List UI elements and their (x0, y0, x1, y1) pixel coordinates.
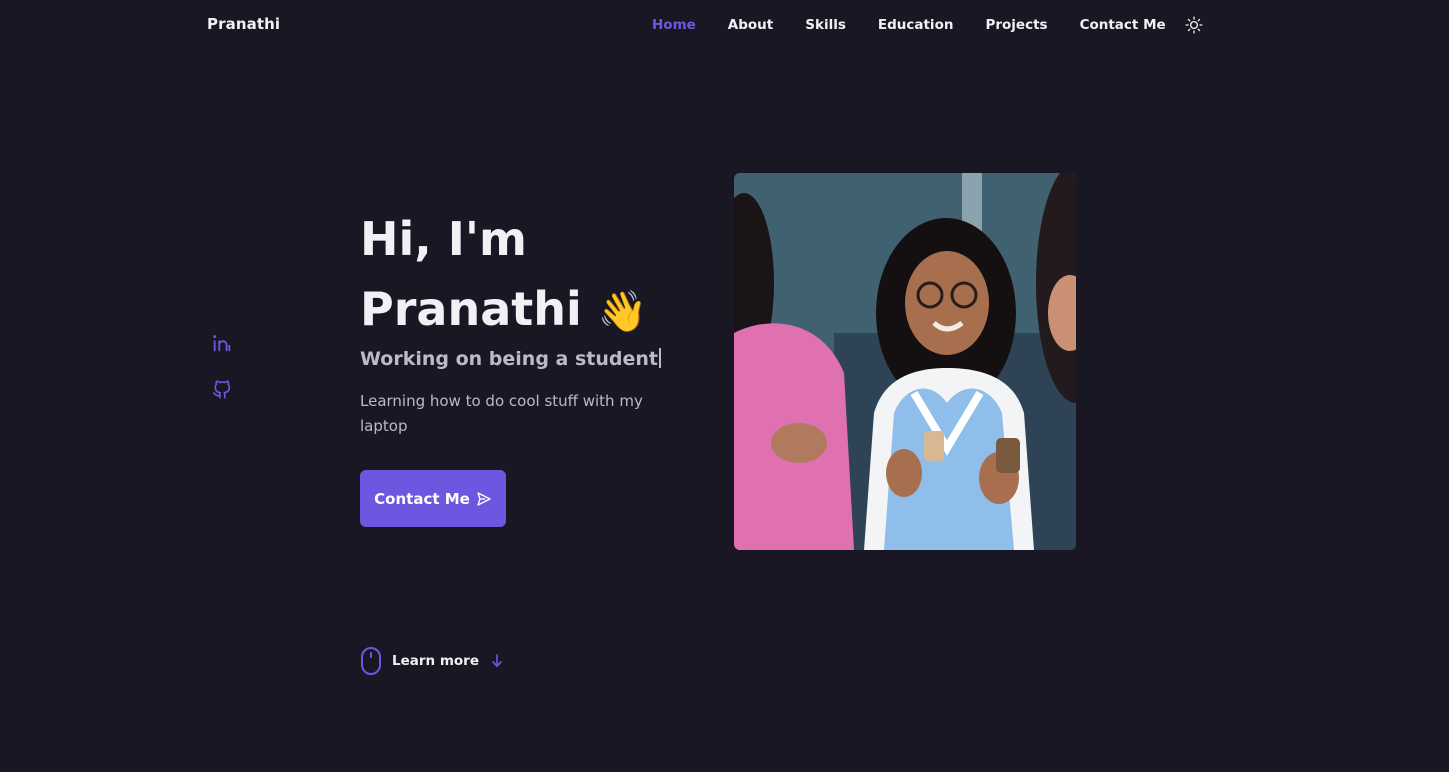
arrow-down-icon (492, 654, 502, 667)
profile-photo (734, 173, 1076, 550)
social-links (211, 332, 233, 400)
hero-subtitle: Working on being a student (360, 348, 661, 370)
mouse-icon (361, 647, 381, 675)
learn-more-label: Learn more (392, 653, 479, 669)
sun-icon (1185, 16, 1203, 34)
theme-toggle-button[interactable] (1184, 15, 1204, 35)
linkedin-link[interactable] (211, 332, 233, 354)
nav-contact[interactable]: Contact Me (1080, 17, 1166, 33)
github-link[interactable] (211, 378, 233, 400)
nav-education[interactable]: Education (878, 17, 954, 33)
page: Pranathi Home About Skills Education Pro… (0, 0, 1449, 772)
contact-me-label: Contact Me (374, 489, 470, 508)
hero-title: Hi, I'm Pranathi 👋 (360, 204, 648, 347)
hero-description: Learning how to do cool stuff with my la… (360, 392, 643, 435)
nav-skills[interactable]: Skills (805, 17, 846, 33)
contact-me-button[interactable]: Contact Me (360, 470, 506, 527)
linkedin-icon (213, 335, 231, 352)
nav-home[interactable]: Home (652, 17, 696, 33)
photo-illustration (734, 173, 1076, 550)
nav-about[interactable]: About (728, 17, 773, 33)
site-logo[interactable]: Pranathi (207, 15, 280, 33)
github-icon (212, 380, 231, 399)
learn-more-link[interactable]: Learn more (360, 646, 503, 676)
typing-caret (658, 348, 661, 368)
nav-projects[interactable]: Projects (985, 17, 1047, 33)
hero-subtitle-text: Working on being a student (360, 348, 658, 370)
send-icon (477, 491, 491, 506)
nav-list: Home About Skills Education Projects Con… (652, 15, 1204, 35)
wave-emoji-icon: 👋 (597, 289, 648, 335)
hero-greeting: Hi, I'm (360, 212, 527, 266)
hero-name: Pranathi (360, 282, 582, 336)
